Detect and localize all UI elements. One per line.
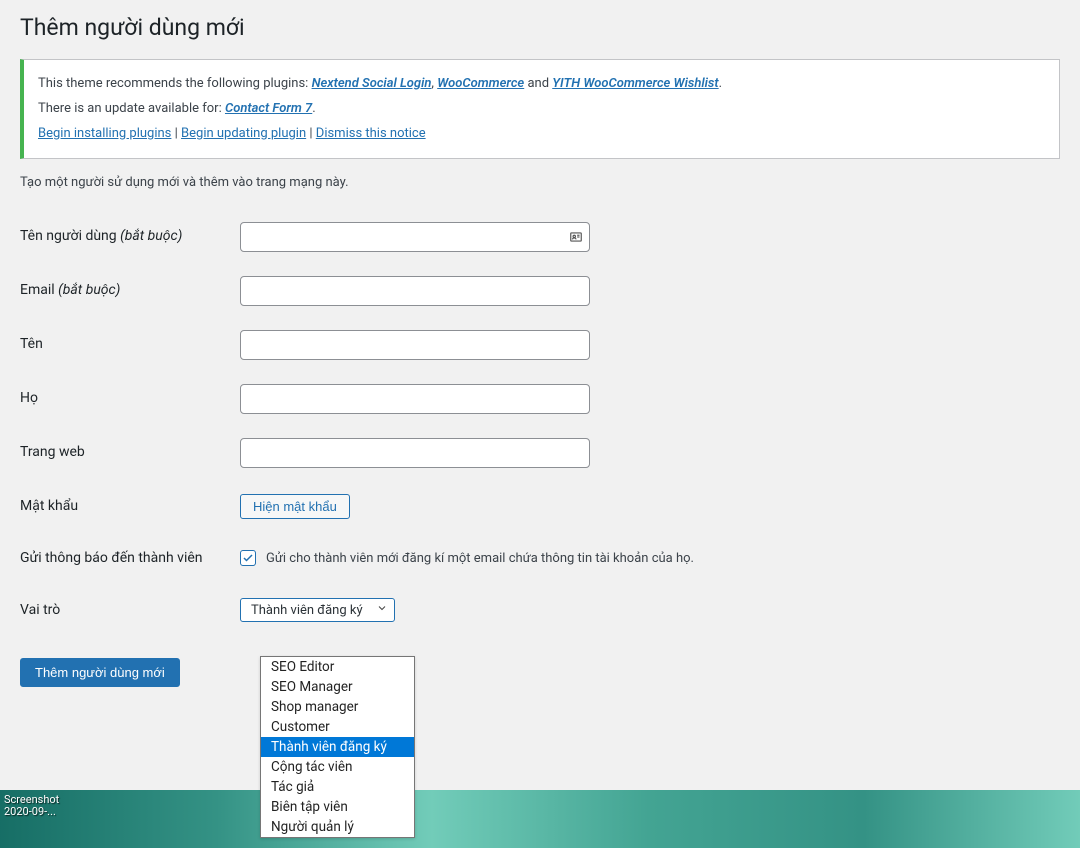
role-option[interactable]: SEO Manager <box>261 677 414 697</box>
notify-text: Gửi cho thành viên mới đăng kí một email… <box>266 551 694 566</box>
role-option[interactable]: SEO Editor <box>261 657 414 677</box>
username-label-text: Tên người dùng <box>20 228 120 244</box>
password-label: Mật khẩu <box>20 480 240 532</box>
role-option[interactable]: Shop manager <box>261 697 414 717</box>
email-required: (bắt buộc) <box>58 282 120 298</box>
footer-texture <box>0 790 1080 848</box>
notice-text: This theme recommends the following plug… <box>38 76 312 91</box>
plugin-link-woocommerce[interactable]: WooCommerce <box>437 76 524 91</box>
page-description: Tạo một người sử dụng mới và thêm vào tr… <box>20 175 1060 190</box>
show-password-button[interactable]: Hiện mật khẩu <box>240 494 350 519</box>
username-input[interactable] <box>240 222 590 252</box>
plugin-link-yith[interactable]: YITH WooCommerce Wishlist <box>552 76 718 91</box>
username-required: (bắt buộc) <box>120 228 182 244</box>
notice-end1: . <box>719 76 722 91</box>
dismiss-notice-link[interactable]: Dismiss this notice <box>316 126 426 141</box>
email-label: Email (bắt buộc) <box>20 264 240 318</box>
firstname-label: Tên <box>20 318 240 372</box>
role-label: Vai trò <box>20 584 240 636</box>
website-input[interactable] <box>240 438 590 468</box>
screenshot-caption-line2: 2020-09-... <box>4 805 56 818</box>
screenshot-caption-line1: Screenshot <box>4 793 59 806</box>
user-form-table: Tên người dùng (bắt buộc) Email (bắt buộ… <box>20 210 1060 636</box>
role-option[interactable]: Biên tập viên <box>261 797 414 817</box>
role-option[interactable]: Thành viên đăng ký <box>261 737 414 757</box>
screenshot-caption: Screenshot 2020-09-... <box>4 794 59 818</box>
role-option[interactable]: Tác giả <box>261 777 414 797</box>
chevron-down-icon <box>376 602 388 618</box>
email-input[interactable] <box>240 276 590 306</box>
notice-update-text: There is an update available for: <box>38 101 225 116</box>
role-select[interactable]: Thành viên đăng ký <box>240 598 395 622</box>
website-label: Trang web <box>20 426 240 480</box>
notice-and: and <box>524 76 552 91</box>
notice-end2: . <box>312 101 315 116</box>
role-option[interactable]: Người quản lý <box>261 817 414 837</box>
notify-checkbox[interactable] <box>240 550 256 566</box>
notify-label: Gửi thông báo đến thành viên <box>20 532 240 584</box>
email-label-text: Email <box>20 282 58 298</box>
begin-installing-link[interactable]: Begin installing plugins <box>38 126 171 141</box>
role-option[interactable]: Customer <box>261 717 414 737</box>
lastname-input[interactable] <box>240 384 590 414</box>
begin-updating-link[interactable]: Begin updating plugin <box>181 126 306 141</box>
username-label: Tên người dùng (bắt buộc) <box>20 210 240 264</box>
plugin-notice: This theme recommends the following plug… <box>20 59 1060 159</box>
notice-sep-a: | <box>171 126 181 141</box>
plugin-link-nextend[interactable]: Nextend Social Login <box>312 76 432 91</box>
role-dropdown[interactable]: SEO EditorSEO ManagerShop managerCustome… <box>260 656 415 838</box>
lastname-label: Họ <box>20 372 240 426</box>
role-option[interactable]: Cộng tác viên <box>261 757 414 777</box>
firstname-input[interactable] <box>240 330 590 360</box>
page-title: Thêm người dùng mới <box>20 0 1060 45</box>
add-user-button[interactable]: Thêm người dùng mới <box>20 658 180 687</box>
contact-card-icon <box>568 229 584 245</box>
role-selected-value: Thành viên đăng ký <box>251 603 363 618</box>
notice-sep-b: | <box>306 126 316 141</box>
plugin-link-cf7[interactable]: Contact Form 7 <box>225 101 312 116</box>
